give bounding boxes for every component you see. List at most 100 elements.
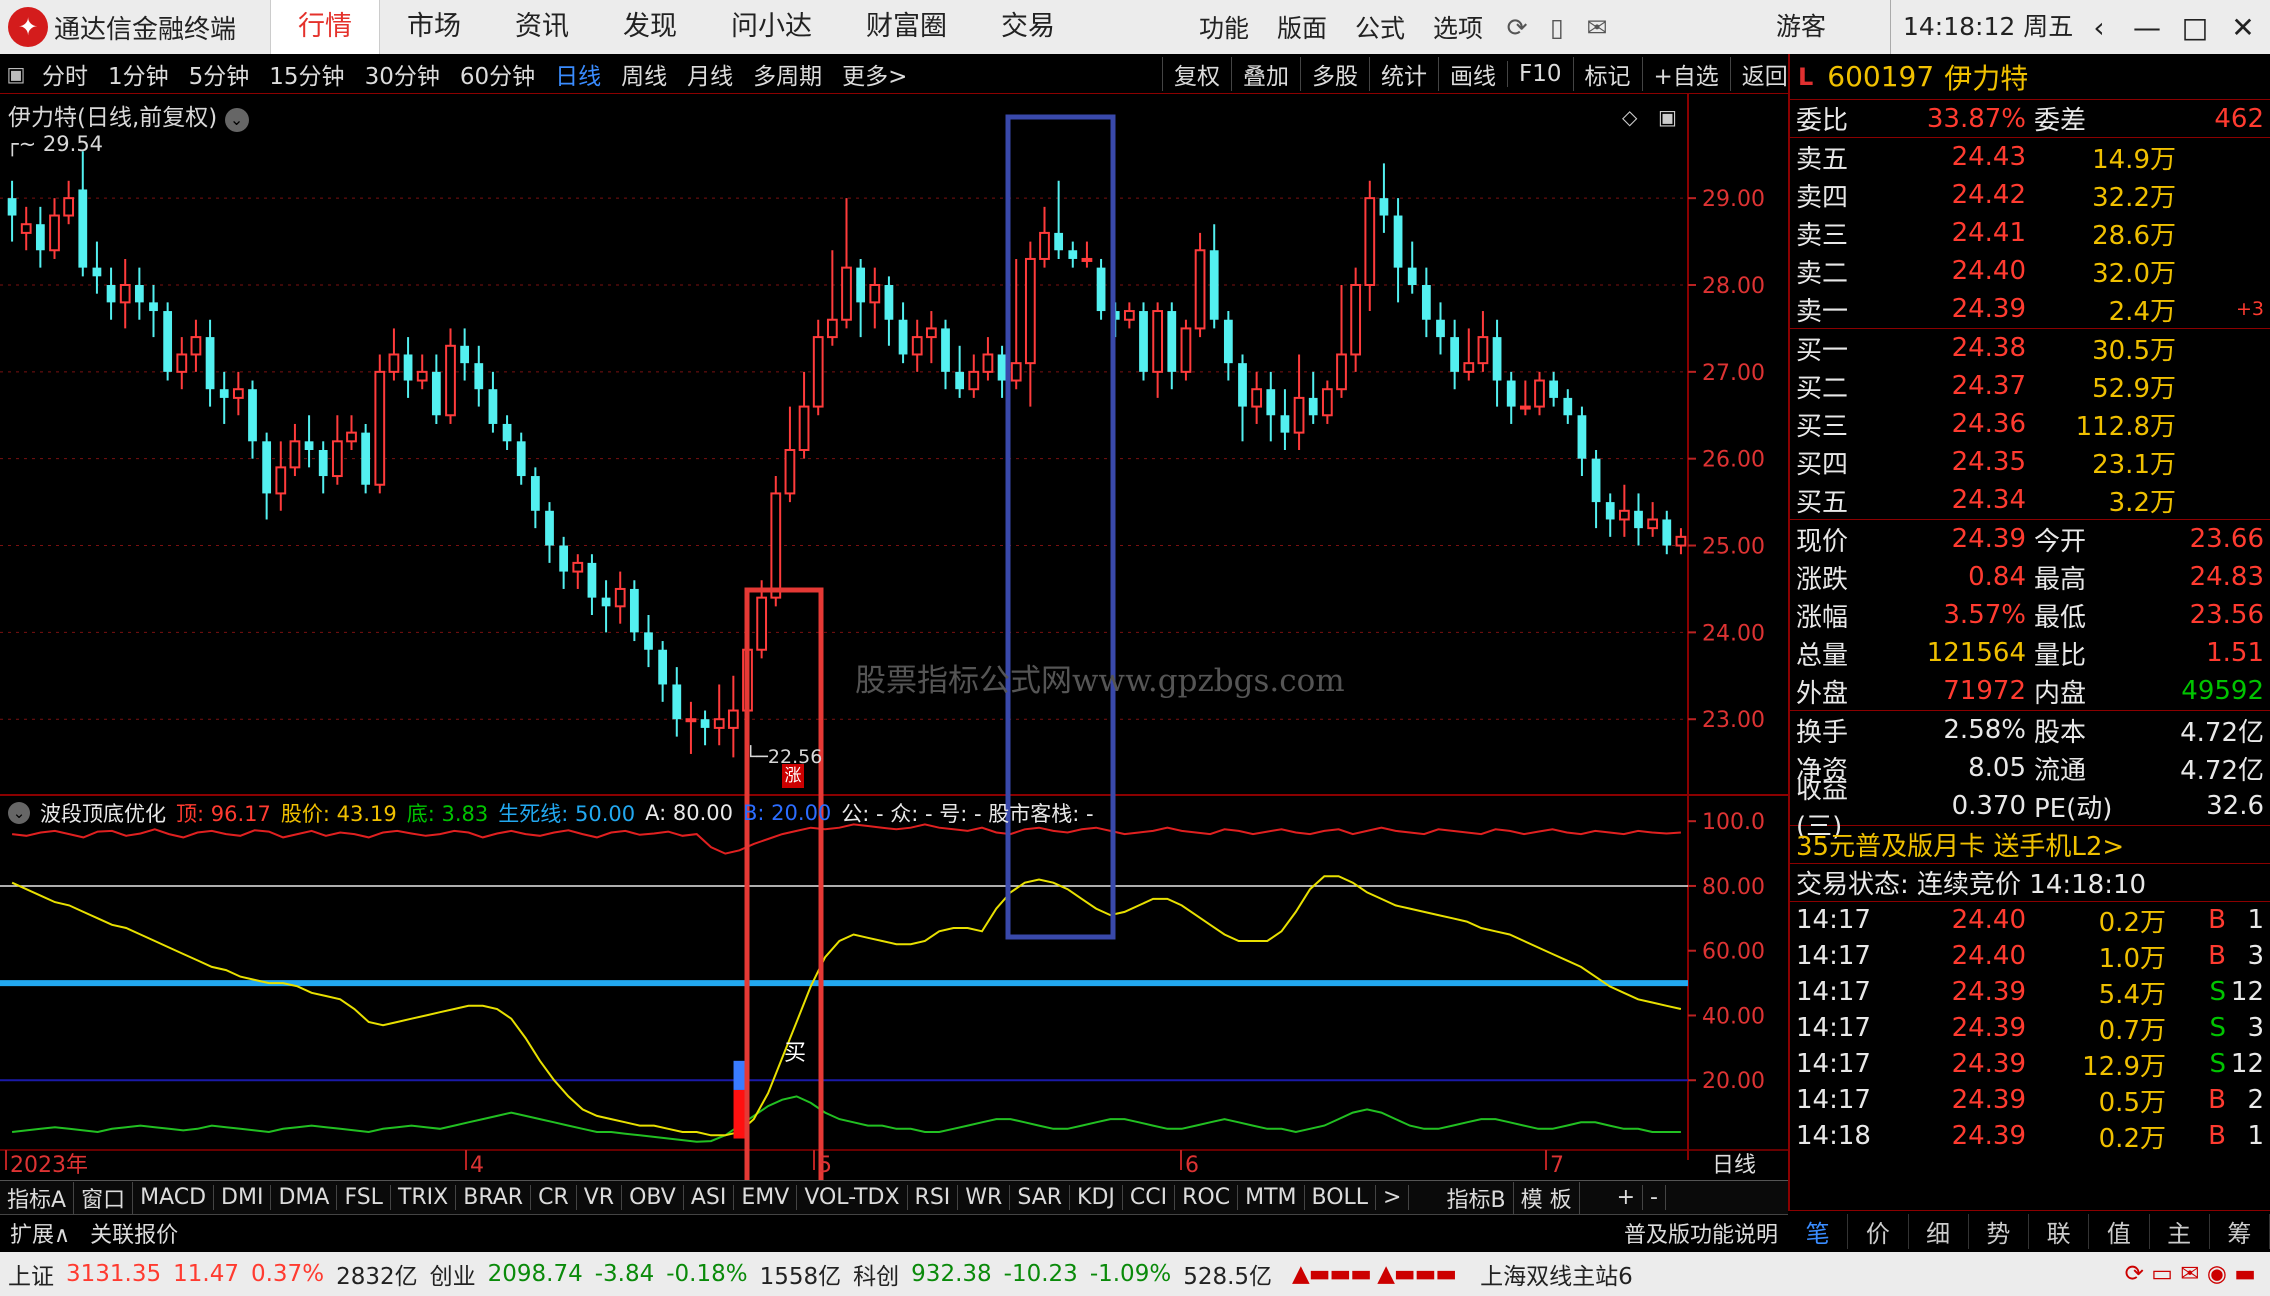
ind-tab-window[interactable]: 窗口 (74, 1181, 134, 1214)
tool-overlay[interactable]: 叠加 (1231, 57, 1300, 91)
minimize-icon[interactable]: — (2123, 11, 2171, 44)
cy-index-label[interactable]: 创业 (430, 1257, 476, 1291)
panel-tab-trend[interactable]: 势 (1969, 1214, 2029, 1249)
panel-tab-trades[interactable]: 笔 (1788, 1214, 1849, 1249)
maximize-icon[interactable]: □ (2171, 11, 2219, 44)
ind-tab-rsi[interactable]: RSI (908, 1185, 959, 1210)
tick-row[interactable]: 14:17 24.39 0.5万 B 2 (1790, 1082, 2270, 1118)
ind-tab-more[interactable]: > (1376, 1185, 1410, 1210)
period-tab-monthly[interactable]: 月线 (677, 57, 743, 91)
buy-level-row[interactable]: 买四 24.35 23.1万 (1790, 443, 2270, 481)
back-icon[interactable]: ‹ (2075, 11, 2123, 44)
ind-tab-template[interactable]: 模 板 (1514, 1181, 1580, 1214)
ind-tab-roc[interactable]: ROC (1175, 1185, 1239, 1210)
tick-row[interactable]: 14:18 24.39 0.2万 B 1 (1790, 1118, 2270, 1154)
tool-multi-stock[interactable]: 多股 (1300, 57, 1369, 91)
related-quotes-button[interactable]: 关联报价 (80, 1217, 188, 1249)
panel-tab-related[interactable]: 联 (2029, 1214, 2090, 1249)
tool-adjust[interactable]: 复权 (1162, 57, 1231, 91)
panel-tab-price[interactable]: 价 (1848, 1214, 1909, 1249)
panel-tab-value[interactable]: 值 (2089, 1214, 2150, 1249)
kline-chart[interactable]: ◇ ▣ 29.00 28.00 27.00 26.00 25.00 24.00 23.00 10… (0, 94, 1788, 1199)
buy-level-row[interactable]: 买三 24.36 112.8万 (1790, 405, 2270, 443)
sell-level-row[interactable]: 卖一 24.39 2.4万 +3 (1790, 290, 2270, 328)
panel-tab-chips[interactable]: 筹 (2210, 1214, 2270, 1249)
menu-item-discover[interactable]: 发现 (596, 0, 704, 54)
period-tab-60min[interactable]: 60分钟 (450, 57, 545, 91)
mail-icon[interactable]: ✉ (1577, 13, 1617, 42)
period-tab-more[interactable]: 更多> (832, 57, 917, 91)
period-tab-30min[interactable]: 30分钟 (355, 57, 450, 91)
period-tab-multi[interactable]: 多周期 (743, 57, 832, 91)
menu-item-trade[interactable]: 交易 (974, 0, 1082, 54)
tick-row[interactable]: 14:17 24.40 1.0万 B 3 (1790, 938, 2270, 974)
chevron-down-icon[interactable]: ⌄ (8, 802, 30, 824)
ind-tab-wr[interactable]: WR (958, 1185, 1011, 1210)
menu-item-formula[interactable]: 公式 (1341, 9, 1419, 45)
ind-tab-b[interactable]: 指标B (1439, 1181, 1514, 1214)
promo-banner[interactable]: 35元普及版月卡 送手机L2> (1790, 826, 2270, 864)
ind-tab-dmi[interactable]: DMI (214, 1185, 272, 1210)
expand-button[interactable]: 扩展∧ (0, 1217, 80, 1249)
ind-tab-cr[interactable]: CR (531, 1185, 577, 1210)
refresh-icon[interactable]: ⟳ (1497, 13, 1537, 42)
period-tab-1min[interactable]: 1分钟 (98, 57, 179, 91)
ind-tab-boll[interactable]: BOLL (1305, 1185, 1377, 1210)
server-status[interactable]: 上海双线主站6 (1480, 1257, 1633, 1291)
chevron-down-icon[interactable]: ⌄ (224, 108, 249, 132)
tool-stats[interactable]: 统计 (1369, 57, 1438, 91)
ind-tab-brar[interactable]: BRAR (456, 1185, 532, 1210)
buy-level-row[interactable]: 买五 24.34 3.2万 (1790, 481, 2270, 519)
ind-tab-obv[interactable]: OBV (622, 1185, 684, 1210)
menu-item-layout[interactable]: 版面 (1263, 9, 1341, 45)
menu-item-news[interactable]: 资讯 (488, 0, 596, 54)
ind-tab-mtm[interactable]: MTM (1238, 1185, 1305, 1210)
menu-item-ask[interactable]: 问小达 (704, 0, 839, 54)
guest-login[interactable]: 游客 (1776, 0, 1826, 54)
menu-item-market-quotes[interactable]: 行情 (270, 0, 381, 54)
tool-add-watchlist[interactable]: +自选 (1641, 57, 1730, 91)
ind-tab-dma[interactable]: DMA (271, 1185, 338, 1210)
ind-tab-macd[interactable]: MACD (133, 1185, 215, 1210)
ind-tab-cci[interactable]: CCI (1123, 1185, 1176, 1210)
panel-tab-detail[interactable]: 细 (1909, 1214, 1969, 1249)
ind-tab-trix[interactable]: TRIX (391, 1185, 457, 1210)
connection-icon[interactable]: ⟳ ▭ ✉ ◉ ▬ (2125, 1261, 2256, 1287)
feature-help-link[interactable]: 普及版功能说明 (1614, 1217, 1788, 1249)
ind-tab-emv[interactable]: EMV (734, 1185, 798, 1210)
buy-level-row[interactable]: 买二 24.37 52.9万 (1790, 367, 2270, 405)
zoom-out-button[interactable]: - (1643, 1185, 1666, 1210)
tick-row[interactable]: 14:17 24.40 0.2万 B 1 (1790, 902, 2270, 938)
ind-tab-sar[interactable]: SAR (1010, 1185, 1071, 1210)
close-icon[interactable]: ✕ (2219, 11, 2267, 44)
kc-index-label[interactable]: 科创 (853, 1257, 899, 1291)
sell-level-row[interactable]: 卖三 24.41 28.6万 (1790, 214, 2270, 252)
tick-row[interactable]: 14:17 24.39 5.4万 S 12 (1790, 974, 2270, 1010)
tool-f10[interactable]: F10 (1507, 61, 1573, 87)
ind-tab-asi[interactable]: ASI (684, 1185, 735, 1210)
sh-index-label[interactable]: 上证 (8, 1257, 54, 1291)
buy-level-row[interactable]: 买一 24.38 30.5万 (1790, 329, 2270, 367)
menu-item-market[interactable]: 市场 (380, 0, 488, 54)
ind-tab-kdj[interactable]: KDJ (1070, 1185, 1123, 1210)
chart-title[interactable]: 伊力特(日线,前复权) ⌄ (8, 98, 249, 132)
tick-row[interactable]: 14:17 24.39 12.9万 S 12 (1790, 1046, 2270, 1082)
stock-code[interactable]: 600197 (1827, 60, 1934, 93)
sell-level-row[interactable]: 卖二 24.40 32.0万 (1790, 252, 2270, 290)
menu-item-function[interactable]: 功能 (1185, 9, 1263, 45)
ind-tab-a[interactable]: 指标A (0, 1181, 75, 1214)
stock-name[interactable]: 伊力特 (1944, 57, 2028, 97)
sell-level-row[interactable]: 卖五 24.43 14.9万 (1790, 138, 2270, 176)
ind-tab-fsl[interactable]: FSL (337, 1185, 391, 1210)
tool-draw[interactable]: 画线 (1438, 57, 1507, 91)
panel-tab-main[interactable]: 主 (2150, 1214, 2210, 1249)
period-tab-15min[interactable]: 15分钟 (259, 57, 354, 91)
period-tab-5min[interactable]: 5分钟 (179, 57, 260, 91)
indicator-name[interactable]: 波段顶底优化 (40, 798, 166, 828)
sell-level-row[interactable]: 卖四 24.42 32.2万 (1790, 176, 2270, 214)
panel-toggle-icon[interactable]: ▣ (0, 62, 32, 86)
ind-tab-vol-tdx[interactable]: VOL-TDX (797, 1185, 908, 1210)
tool-mark[interactable]: 标记 (1572, 57, 1642, 91)
menu-item-wealth[interactable]: 财富圈 (839, 0, 974, 54)
period-tab-daily[interactable]: 日线 (545, 57, 611, 91)
